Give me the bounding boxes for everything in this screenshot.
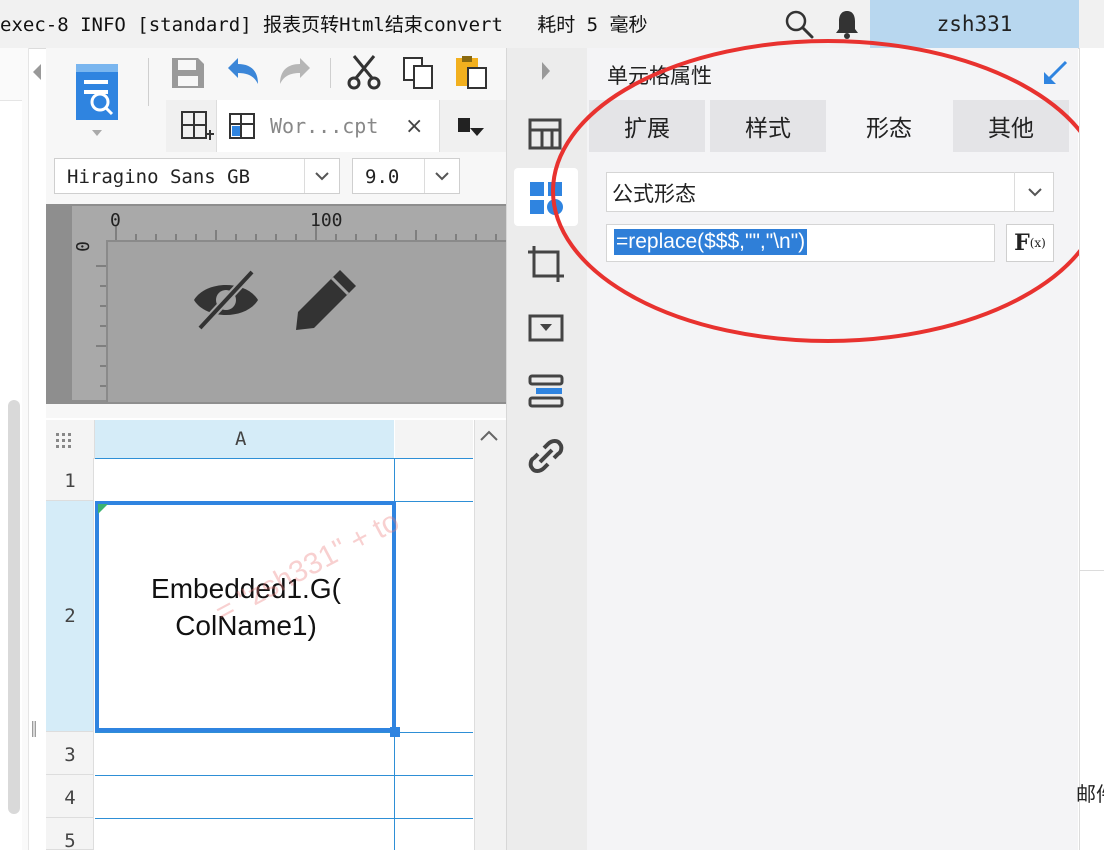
clipped-label: 邮件: [1076, 782, 1104, 806]
row-label: 3: [64, 744, 76, 766]
tab-other[interactable]: 其他: [953, 100, 1071, 152]
horizontal-ruler: 0 100: [106, 206, 506, 240]
formula-text: =replace($$$,"","\n"): [614, 229, 808, 255]
grid-line: [95, 458, 473, 459]
left-scrollbar[interactable]: [8, 400, 20, 814]
tab-style[interactable]: 样式: [710, 100, 828, 152]
shape-type-value: 公式形态: [612, 182, 696, 206]
ruler-mark-0: 0: [110, 210, 121, 231]
fx-icon-sub: (x): [1029, 236, 1046, 250]
fill-handle[interactable]: [390, 727, 400, 737]
redo-icon[interactable]: [278, 56, 314, 90]
insert-table-icon[interactable]: [180, 110, 214, 142]
chevron-down-icon[interactable]: [1014, 172, 1055, 212]
hyperlink-icon[interactable]: [526, 436, 566, 476]
fx-icon: F: [1014, 230, 1030, 256]
font-family-select[interactable]: Hiragino Sans GB: [54, 158, 340, 194]
widget-icon[interactable]: [526, 308, 566, 348]
toolbar-divider: [330, 58, 331, 88]
chevron-down-icon: [424, 159, 459, 193]
collapse-left-icon[interactable]: [30, 60, 44, 84]
cell-marker-icon: [98, 504, 108, 514]
column-header-a[interactable]: A: [95, 420, 394, 459]
grid-scrollbar[interactable]: [474, 420, 507, 850]
row-header-2[interactable]: 2: [46, 501, 94, 732]
tab-menu-icon[interactable]: [456, 116, 486, 140]
grid-line: [95, 818, 473, 819]
tab-close-button[interactable]: ×: [405, 114, 423, 139]
panel-title: 单元格属性: [607, 64, 712, 88]
paste-icon[interactable]: [454, 54, 490, 90]
row-label: 5: [64, 830, 76, 852]
chevron-down-icon: [304, 159, 339, 193]
formula-editor-button[interactable]: F (x): [1006, 224, 1054, 262]
border-icon[interactable]: [526, 244, 566, 284]
tab-form[interactable]: 形态: [831, 100, 949, 152]
font-size-select[interactable]: 9.0: [352, 158, 460, 194]
row-label: 2: [64, 605, 76, 627]
eye-off-icon[interactable]: [190, 266, 262, 334]
font-size-value: 9.0: [365, 166, 400, 188]
log-message: exec-8 INFO [standard] 报表页转Html结束convert…: [0, 14, 648, 36]
row-header-1[interactable]: 1: [46, 458, 94, 501]
tab-label: 扩展: [624, 116, 670, 142]
row-header-3[interactable]: 3: [46, 732, 94, 775]
select-all-corner[interactable]: [46, 420, 95, 459]
cpt-file-icon: [229, 113, 255, 139]
collapse-rail-icon[interactable]: [536, 58, 556, 84]
panel-tabs: 扩展 样式 形态 其他: [589, 100, 1074, 152]
row-label: 1: [64, 470, 76, 492]
tab-label: 形态: [866, 116, 912, 142]
cell-element-icon[interactable]: [526, 114, 566, 154]
column-header-b[interactable]: [395, 420, 473, 459]
new-report-icon[interactable]: [72, 60, 122, 140]
font-family-value: Hiragino Sans GB: [67, 166, 251, 188]
tab-document-label: Wor...cpt: [270, 114, 379, 138]
copy-icon[interactable]: [400, 54, 436, 90]
user-account[interactable]: zsh331: [870, 0, 1079, 48]
right-panel-edge: [1079, 48, 1104, 850]
pencil-icon[interactable]: [292, 266, 360, 334]
chevron-up-icon[interactable]: [476, 424, 502, 448]
cut-icon[interactable]: [346, 54, 382, 90]
splitter-handle[interactable]: ‖: [30, 718, 38, 737]
grid-line: [95, 732, 473, 733]
undo-icon[interactable]: [224, 56, 260, 90]
tab-label: 其他: [988, 116, 1034, 142]
tab-expand[interactable]: 扩展: [589, 100, 707, 152]
row-header-4[interactable]: 4: [46, 775, 94, 818]
toolbar-divider: [148, 58, 149, 106]
row-header-5[interactable]: 5: [46, 818, 94, 852]
condition-attributes-icon[interactable]: [526, 370, 566, 410]
save-icon[interactable]: [170, 56, 206, 90]
divider: [1079, 570, 1104, 571]
cell-properties-panel: [587, 48, 1078, 850]
cell-attributes-icon[interactable]: [526, 178, 566, 218]
search-icon[interactable]: [784, 9, 814, 39]
dock-arrow-icon[interactable]: [1040, 58, 1070, 88]
tab-label: 样式: [745, 116, 791, 142]
vertical-ruler: 0: [72, 206, 106, 400]
bell-icon[interactable]: [834, 9, 860, 39]
column-label: A: [235, 428, 247, 450]
ruler-mark-100: 100: [310, 210, 343, 231]
row-label: 4: [64, 787, 76, 809]
grid-line: [95, 775, 473, 776]
